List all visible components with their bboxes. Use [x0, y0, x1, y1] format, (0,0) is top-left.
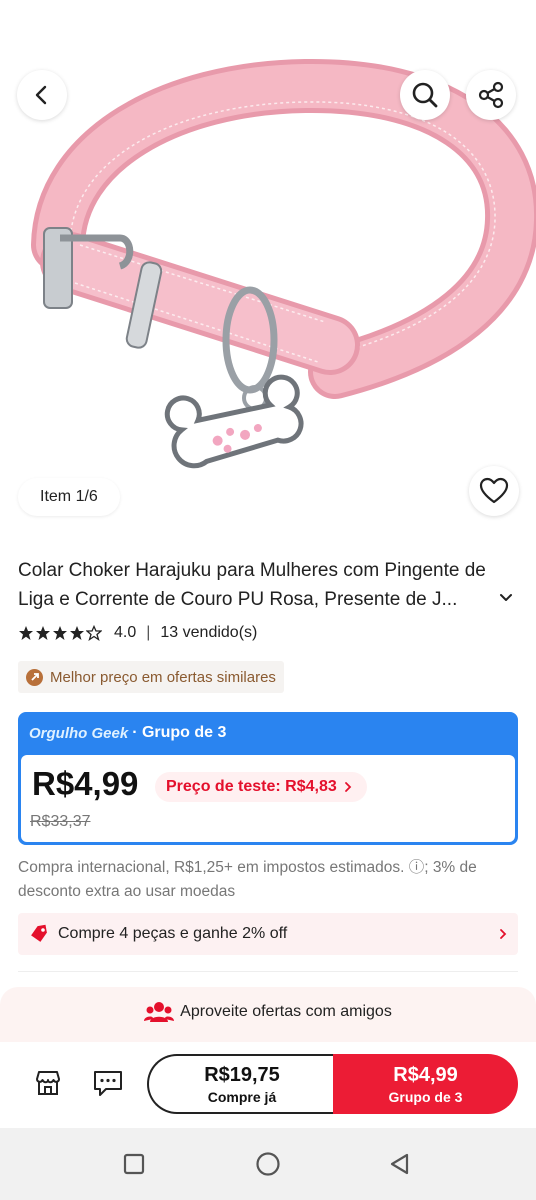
discount-tag-icon	[31, 924, 47, 942]
tax-info[interactable]: Compra internacional, R$1,25+ em imposto…	[18, 856, 523, 904]
rating-row[interactable]: 4.0 | 13 vendido(s)	[18, 624, 257, 642]
status-bar: 12:59 Vo LTE 133 KB/s 35	[0, 0, 536, 52]
status-time: 12:59	[18, 16, 63, 35]
action-bar: R$19,75 Compre já R$4,99 Grupo de 3	[0, 1042, 536, 1128]
store-icon[interactable]	[33, 1068, 63, 1098]
friends-offer-banner[interactable]: Aproveite ofertas com amigos	[0, 987, 536, 1047]
group-price-box[interactable]: Orgulho Geek · Grupo de 3 R$4,99 Preço d…	[18, 712, 518, 845]
back-arrow-icon	[35, 85, 47, 105]
square-icon	[123, 1153, 145, 1175]
back-button[interactable]	[17, 70, 67, 120]
rating-stars	[18, 625, 102, 641]
test-price-label: Preço de teste: R$4,83	[166, 778, 337, 795]
group-people-icon	[144, 1002, 175, 1022]
product-image-carousel[interactable]: Item 1/6	[0, 0, 536, 536]
old-price: R$33,37	[30, 813, 91, 830]
group-buy-button[interactable]: R$4,99 Grupo de 3	[333, 1054, 518, 1114]
app-notification-icon	[99, 21, 117, 31]
star-filled-icon	[70, 626, 84, 640]
rating-separator: |	[146, 624, 151, 641]
group-header: Orgulho Geek · Grupo de 3	[19, 713, 517, 753]
star-filled-icon	[36, 626, 50, 640]
network-speed: 133 KB/s	[441, 17, 459, 34]
product-title: Colar Choker Harajuku para Mulheres com …	[18, 560, 486, 610]
star-filled-icon	[53, 626, 67, 640]
search-icon	[412, 82, 438, 108]
image-counter: Item 1/6	[18, 478, 120, 516]
group-price: R$4,99	[32, 765, 139, 802]
product-photo	[31, 58, 536, 469]
whatsapp-icon	[74, 18, 90, 34]
search-button[interactable]	[400, 70, 450, 120]
divider	[18, 971, 518, 972]
friends-offer-text: Aproveite ofertas com amigos	[180, 1003, 392, 1020]
buy-now-button[interactable]: R$19,75 Compre já	[147, 1054, 335, 1114]
home-button[interactable]	[254, 1150, 282, 1178]
best-price-badge[interactable]: Melhor preço em ofertas similares	[18, 661, 284, 693]
battery-indicator: 35	[497, 19, 518, 33]
group-body: R$4,99 Preço de teste: R$4,83 R$33,37	[21, 755, 515, 842]
network-label: Vo LTE	[383, 16, 400, 35]
group-label: · Grupo de 3	[132, 724, 227, 741]
chevron-right-icon	[344, 782, 352, 792]
star-empty-icon	[86, 625, 102, 641]
recent-apps-button[interactable]	[120, 1150, 148, 1178]
circle-icon	[256, 1152, 280, 1176]
wifi-icon	[354, 18, 374, 34]
back-nav-button[interactable]	[386, 1150, 414, 1178]
price-tag-icon	[26, 668, 43, 686]
favorite-button[interactable]	[469, 466, 519, 516]
test-price-button[interactable]: Preço de teste: R$4,83	[155, 772, 367, 802]
share-button[interactable]	[466, 70, 516, 120]
signal-icon-2	[471, 19, 488, 33]
promo-row[interactable]: Compre 4 peças e ganhe 2% off	[18, 913, 518, 955]
best-price-label: Melhor preço em ofertas similares	[50, 668, 276, 686]
promo-text: Compre 4 peças e ganhe 2% off	[58, 925, 288, 942]
buy-now-label: Compre já	[207, 1088, 277, 1105]
group-buy-label: Grupo de 3	[388, 1088, 463, 1105]
chat-icon[interactable]	[92, 1068, 124, 1098]
triangle-back-icon	[390, 1153, 409, 1175]
star-filled-icon	[19, 626, 33, 640]
group-buy-price: R$4,99	[393, 1063, 458, 1086]
sold-count: 13 vendido(s)	[160, 624, 258, 641]
heart-icon	[479, 477, 509, 504]
system-nav-bar	[0, 1128, 536, 1200]
rating-value: 4.0	[114, 624, 137, 641]
chevron-right-icon	[500, 929, 507, 939]
chevron-down-icon[interactable]	[497, 588, 515, 606]
buy-now-price: R$19,75	[204, 1063, 280, 1086]
group-brand: Orgulho Geek	[29, 724, 129, 742]
signal-icon	[416, 19, 432, 32]
share-icon	[478, 81, 504, 109]
